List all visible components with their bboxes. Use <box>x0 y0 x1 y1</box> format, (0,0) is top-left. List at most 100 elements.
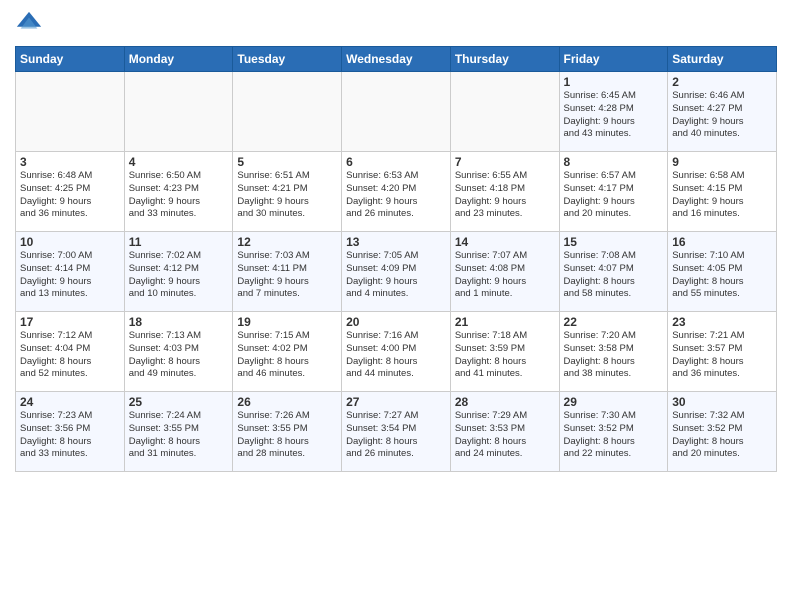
day-number: 29 <box>564 395 664 409</box>
calendar-cell: 22Sunrise: 7:20 AM Sunset: 3:58 PM Dayli… <box>559 312 668 392</box>
day-number: 15 <box>564 235 664 249</box>
day-info: Sunrise: 7:20 AM Sunset: 3:58 PM Dayligh… <box>564 330 664 381</box>
calendar-cell: 30Sunrise: 7:32 AM Sunset: 3:52 PM Dayli… <box>668 392 777 472</box>
day-number: 24 <box>20 395 120 409</box>
day-number: 22 <box>564 315 664 329</box>
col-header-saturday: Saturday <box>668 47 777 72</box>
day-number: 23 <box>672 315 772 329</box>
day-info: Sunrise: 7:15 AM Sunset: 4:02 PM Dayligh… <box>237 330 337 381</box>
day-info: Sunrise: 7:08 AM Sunset: 4:07 PM Dayligh… <box>564 250 664 301</box>
day-info: Sunrise: 6:58 AM Sunset: 4:15 PM Dayligh… <box>672 170 772 221</box>
day-number: 26 <box>237 395 337 409</box>
calendar-cell <box>124 72 233 152</box>
day-number: 9 <box>672 155 772 169</box>
week-row-4: 24Sunrise: 7:23 AM Sunset: 3:56 PM Dayli… <box>16 392 777 472</box>
day-info: Sunrise: 6:51 AM Sunset: 4:21 PM Dayligh… <box>237 170 337 221</box>
header <box>15 10 777 38</box>
day-number: 5 <box>237 155 337 169</box>
col-header-tuesday: Tuesday <box>233 47 342 72</box>
calendar-cell: 15Sunrise: 7:08 AM Sunset: 4:07 PM Dayli… <box>559 232 668 312</box>
day-number: 6 <box>346 155 446 169</box>
day-number: 21 <box>455 315 555 329</box>
calendar-cell <box>450 72 559 152</box>
day-number: 30 <box>672 395 772 409</box>
day-info: Sunrise: 7:27 AM Sunset: 3:54 PM Dayligh… <box>346 410 446 461</box>
calendar-cell: 29Sunrise: 7:30 AM Sunset: 3:52 PM Dayli… <box>559 392 668 472</box>
calendar-cell: 6Sunrise: 6:53 AM Sunset: 4:20 PM Daylig… <box>342 152 451 232</box>
day-info: Sunrise: 7:05 AM Sunset: 4:09 PM Dayligh… <box>346 250 446 301</box>
day-info: Sunrise: 7:23 AM Sunset: 3:56 PM Dayligh… <box>20 410 120 461</box>
day-info: Sunrise: 7:29 AM Sunset: 3:53 PM Dayligh… <box>455 410 555 461</box>
day-info: Sunrise: 7:30 AM Sunset: 3:52 PM Dayligh… <box>564 410 664 461</box>
day-info: Sunrise: 7:03 AM Sunset: 4:11 PM Dayligh… <box>237 250 337 301</box>
calendar-cell: 3Sunrise: 6:48 AM Sunset: 4:25 PM Daylig… <box>16 152 125 232</box>
day-info: Sunrise: 7:00 AM Sunset: 4:14 PM Dayligh… <box>20 250 120 301</box>
day-number: 2 <box>672 75 772 89</box>
col-header-friday: Friday <box>559 47 668 72</box>
day-info: Sunrise: 7:12 AM Sunset: 4:04 PM Dayligh… <box>20 330 120 381</box>
day-number: 8 <box>564 155 664 169</box>
day-number: 25 <box>129 395 229 409</box>
day-info: Sunrise: 7:07 AM Sunset: 4:08 PM Dayligh… <box>455 250 555 301</box>
calendar-cell: 14Sunrise: 7:07 AM Sunset: 4:08 PM Dayli… <box>450 232 559 312</box>
day-number: 4 <box>129 155 229 169</box>
day-info: Sunrise: 6:55 AM Sunset: 4:18 PM Dayligh… <box>455 170 555 221</box>
day-number: 17 <box>20 315 120 329</box>
calendar-cell: 24Sunrise: 7:23 AM Sunset: 3:56 PM Dayli… <box>16 392 125 472</box>
calendar-cell: 9Sunrise: 6:58 AM Sunset: 4:15 PM Daylig… <box>668 152 777 232</box>
calendar-cell: 10Sunrise: 7:00 AM Sunset: 4:14 PM Dayli… <box>16 232 125 312</box>
calendar-cell: 23Sunrise: 7:21 AM Sunset: 3:57 PM Dayli… <box>668 312 777 392</box>
day-info: Sunrise: 7:13 AM Sunset: 4:03 PM Dayligh… <box>129 330 229 381</box>
day-info: Sunrise: 7:16 AM Sunset: 4:00 PM Dayligh… <box>346 330 446 381</box>
day-number: 19 <box>237 315 337 329</box>
day-number: 14 <box>455 235 555 249</box>
calendar-cell: 1Sunrise: 6:45 AM Sunset: 4:28 PM Daylig… <box>559 72 668 152</box>
calendar-cell: 26Sunrise: 7:26 AM Sunset: 3:55 PM Dayli… <box>233 392 342 472</box>
day-number: 10 <box>20 235 120 249</box>
calendar-cell: 28Sunrise: 7:29 AM Sunset: 3:53 PM Dayli… <box>450 392 559 472</box>
col-header-thursday: Thursday <box>450 47 559 72</box>
week-row-1: 3Sunrise: 6:48 AM Sunset: 4:25 PM Daylig… <box>16 152 777 232</box>
col-header-monday: Monday <box>124 47 233 72</box>
calendar-cell: 11Sunrise: 7:02 AM Sunset: 4:12 PM Dayli… <box>124 232 233 312</box>
calendar-cell: 25Sunrise: 7:24 AM Sunset: 3:55 PM Dayli… <box>124 392 233 472</box>
day-number: 11 <box>129 235 229 249</box>
logo <box>15 10 47 38</box>
calendar-cell: 18Sunrise: 7:13 AM Sunset: 4:03 PM Dayli… <box>124 312 233 392</box>
calendar-cell: 5Sunrise: 6:51 AM Sunset: 4:21 PM Daylig… <box>233 152 342 232</box>
day-info: Sunrise: 6:46 AM Sunset: 4:27 PM Dayligh… <box>672 90 772 141</box>
day-info: Sunrise: 7:24 AM Sunset: 3:55 PM Dayligh… <box>129 410 229 461</box>
week-row-0: 1Sunrise: 6:45 AM Sunset: 4:28 PM Daylig… <box>16 72 777 152</box>
day-number: 3 <box>20 155 120 169</box>
calendar-header-row: SundayMondayTuesdayWednesdayThursdayFrid… <box>16 47 777 72</box>
day-number: 18 <box>129 315 229 329</box>
day-info: Sunrise: 6:57 AM Sunset: 4:17 PM Dayligh… <box>564 170 664 221</box>
calendar-cell <box>342 72 451 152</box>
day-number: 16 <box>672 235 772 249</box>
calendar-cell <box>233 72 342 152</box>
day-info: Sunrise: 6:50 AM Sunset: 4:23 PM Dayligh… <box>129 170 229 221</box>
week-row-3: 17Sunrise: 7:12 AM Sunset: 4:04 PM Dayli… <box>16 312 777 392</box>
calendar-cell: 13Sunrise: 7:05 AM Sunset: 4:09 PM Dayli… <box>342 232 451 312</box>
day-number: 7 <box>455 155 555 169</box>
calendar-cell: 27Sunrise: 7:27 AM Sunset: 3:54 PM Dayli… <box>342 392 451 472</box>
day-info: Sunrise: 6:53 AM Sunset: 4:20 PM Dayligh… <box>346 170 446 221</box>
day-info: Sunrise: 7:02 AM Sunset: 4:12 PM Dayligh… <box>129 250 229 301</box>
day-number: 13 <box>346 235 446 249</box>
day-number: 28 <box>455 395 555 409</box>
day-info: Sunrise: 7:10 AM Sunset: 4:05 PM Dayligh… <box>672 250 772 301</box>
day-info: Sunrise: 7:32 AM Sunset: 3:52 PM Dayligh… <box>672 410 772 461</box>
calendar-cell <box>16 72 125 152</box>
calendar-cell: 20Sunrise: 7:16 AM Sunset: 4:00 PM Dayli… <box>342 312 451 392</box>
col-header-wednesday: Wednesday <box>342 47 451 72</box>
calendar-cell: 21Sunrise: 7:18 AM Sunset: 3:59 PM Dayli… <box>450 312 559 392</box>
page: SundayMondayTuesdayWednesdayThursdayFrid… <box>0 0 792 612</box>
day-number: 1 <box>564 75 664 89</box>
day-info: Sunrise: 7:18 AM Sunset: 3:59 PM Dayligh… <box>455 330 555 381</box>
day-number: 27 <box>346 395 446 409</box>
day-info: Sunrise: 7:26 AM Sunset: 3:55 PM Dayligh… <box>237 410 337 461</box>
logo-icon <box>15 10 43 38</box>
day-number: 20 <box>346 315 446 329</box>
calendar: SundayMondayTuesdayWednesdayThursdayFrid… <box>15 46 777 472</box>
calendar-cell: 16Sunrise: 7:10 AM Sunset: 4:05 PM Dayli… <box>668 232 777 312</box>
